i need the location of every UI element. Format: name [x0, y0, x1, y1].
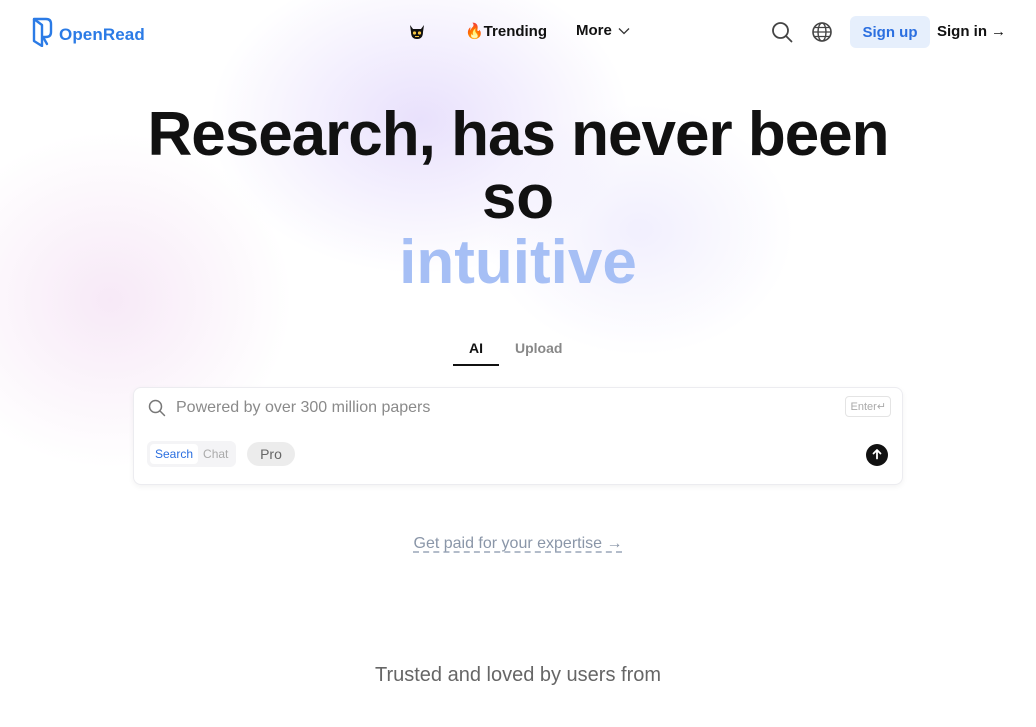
nav-more-dropdown[interactable]: More	[576, 22, 630, 39]
brand-name: OpenRead	[59, 24, 145, 44]
arrow-right-icon: →	[991, 23, 1006, 40]
pro-toggle[interactable]: Pro	[247, 442, 295, 466]
search-icon	[148, 399, 166, 422]
sign-up-button[interactable]: Sign up	[850, 16, 930, 48]
sign-in-link[interactable]: Sign in →	[937, 23, 1006, 40]
top-navigation: OpenRead 🔥Trending More Sign up Sign in …	[0, 0, 1036, 66]
logo-link[interactable]: OpenRead	[31, 17, 145, 52]
sign-in-label: Sign in	[937, 23, 987, 40]
openread-logo-icon	[31, 17, 53, 52]
search-box: Enter↵ Search Chat Pro	[133, 387, 903, 485]
arrow-up-icon	[871, 448, 883, 463]
search-icon[interactable]	[770, 20, 794, 44]
get-paid-link[interactable]: Get paid for your expertise →	[414, 535, 623, 552]
hero-headline-highlight: intuitive	[399, 228, 637, 297]
input-mode-tabs: AI Upload	[453, 338, 578, 366]
mascot-icon[interactable]	[408, 22, 426, 42]
search-input[interactable]	[174, 396, 838, 420]
nav-trending-label: 🔥Trending	[465, 23, 548, 40]
hero-headline-line1: Research, has never been	[147, 100, 889, 169]
tab-upload[interactable]: Upload	[499, 338, 578, 366]
search-chat-toggle: Search Chat	[147, 441, 237, 467]
nav-more-label: More	[576, 22, 612, 39]
trusted-by-heading: Trusted and loved by users from	[374, 664, 662, 686]
globe-icon[interactable]	[810, 20, 834, 44]
get-paid-container: Get paid for your expertise →	[0, 535, 1036, 553]
mode-chat[interactable]: Chat	[198, 444, 233, 464]
mode-search[interactable]: Search	[150, 444, 199, 464]
chevron-down-icon	[618, 22, 630, 39]
hero-headline-line2: so	[481, 163, 555, 232]
submit-button[interactable]	[866, 444, 888, 466]
tab-ai[interactable]: AI	[453, 338, 499, 366]
enter-key-hint: Enter↵	[845, 396, 891, 417]
nav-trending[interactable]: 🔥Trending	[465, 22, 547, 40]
